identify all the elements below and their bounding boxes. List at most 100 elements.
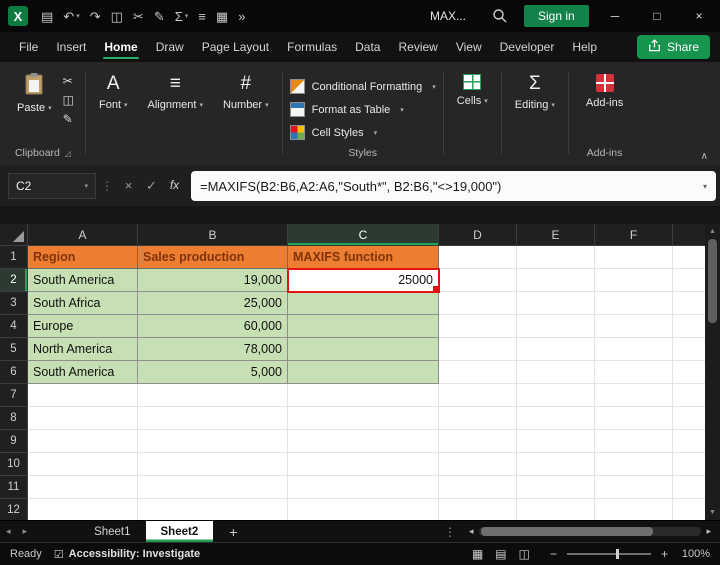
row-header-12[interactable]: 12 xyxy=(0,499,28,520)
cell-partial[interactable] xyxy=(673,407,705,430)
sort-filter-icon[interactable]: ≡ xyxy=(193,8,211,25)
cell-B12[interactable] xyxy=(138,499,288,520)
cell-D11[interactable] xyxy=(439,476,517,499)
cell-D5[interactable] xyxy=(439,338,517,361)
cell-F4[interactable] xyxy=(595,315,673,338)
row-header-11[interactable]: 11 xyxy=(0,476,28,499)
select-all-button[interactable] xyxy=(0,224,28,246)
cell-F12[interactable] xyxy=(595,499,673,520)
cell-C3[interactable] xyxy=(288,292,439,315)
cell-C9[interactable] xyxy=(288,430,439,453)
cell-C4[interactable] xyxy=(288,315,439,338)
row-header-7[interactable]: 7 xyxy=(0,384,28,407)
cut-icon[interactable]: ✂ xyxy=(63,75,74,87)
editing-button[interactable]: Σ Editing ▾ xyxy=(505,62,565,166)
cell-E3[interactable] xyxy=(517,292,595,315)
cell-D10[interactable] xyxy=(439,453,517,476)
cell-C2[interactable]: 25000 xyxy=(287,268,440,293)
autosum-icon[interactable]: Σ ▾ xyxy=(170,8,194,25)
cells-button[interactable]: Cells ▾ xyxy=(447,62,498,166)
format-painter-icon[interactable]: ✎ xyxy=(149,8,170,25)
cell-A4[interactable]: Europe xyxy=(28,315,138,338)
cell-C12[interactable] xyxy=(288,499,439,520)
copy-icon[interactable]: ◫ xyxy=(63,94,74,106)
ribbon-tab-draw[interactable]: Draw xyxy=(147,32,193,62)
cell-partial[interactable] xyxy=(673,430,705,453)
row-header-10[interactable]: 10 xyxy=(0,453,28,476)
ribbon-tab-developer[interactable]: Developer xyxy=(491,32,564,62)
cell-F10[interactable] xyxy=(595,453,673,476)
column-header-c[interactable]: C xyxy=(288,224,439,246)
scroll-left-icon[interactable]: ◂ xyxy=(464,526,479,537)
alignment-button[interactable]: ≡ Alignment ▾ xyxy=(138,62,213,166)
cell-partial[interactable] xyxy=(673,246,705,269)
sheet-bar-more-icon[interactable]: ⋮ xyxy=(436,525,464,539)
ribbon-tab-help[interactable]: Help xyxy=(563,32,606,62)
cell-B2[interactable]: 19,000 xyxy=(138,269,288,292)
cell-partial[interactable] xyxy=(673,499,705,520)
cell-D1[interactable] xyxy=(439,246,517,269)
horizontal-scrollbar-track[interactable] xyxy=(478,527,702,536)
minimize-button[interactable]: ─ xyxy=(594,0,636,32)
horizontal-scrollbar-thumb[interactable] xyxy=(480,527,653,536)
cell-E6[interactable] xyxy=(517,361,595,384)
cell-C1[interactable]: MAXIFS function xyxy=(288,246,439,269)
cell-F1[interactable] xyxy=(595,246,673,269)
ribbon-tab-insert[interactable]: Insert xyxy=(47,32,95,62)
column-header-f[interactable]: F xyxy=(595,224,673,246)
cell-A11[interactable] xyxy=(28,476,138,499)
column-header-e[interactable]: E xyxy=(517,224,595,246)
cell-partial[interactable] xyxy=(673,384,705,407)
row-header-4[interactable]: 4 xyxy=(0,315,28,338)
cell-B8[interactable] xyxy=(138,407,288,430)
formula-bar-handle[interactable]: ⋮ xyxy=(101,179,113,193)
sheet-nav-right-icon[interactable]: ▸ xyxy=(17,526,34,537)
cell-B9[interactable] xyxy=(138,430,288,453)
share-button[interactable]: Share xyxy=(636,35,710,59)
cell-A7[interactable] xyxy=(28,384,138,407)
zoom-slider-thumb[interactable] xyxy=(615,549,619,559)
cell-B11[interactable] xyxy=(138,476,288,499)
cell-B6[interactable]: 5,000 xyxy=(138,361,288,384)
paste-button[interactable]: Paste ▾ xyxy=(8,68,61,125)
cell-E12[interactable] xyxy=(517,499,595,520)
cell-F5[interactable] xyxy=(595,338,673,361)
row-header-5[interactable]: 5 xyxy=(0,338,28,361)
cell-partial[interactable] xyxy=(673,315,705,338)
cell-B4[interactable]: 60,000 xyxy=(138,315,288,338)
cell-C11[interactable] xyxy=(288,476,439,499)
cell-C6[interactable] xyxy=(288,361,439,384)
zoom-level[interactable]: 100% xyxy=(672,548,720,560)
cell-A9[interactable] xyxy=(28,430,138,453)
zoom-in-button[interactable]: + xyxy=(657,547,672,561)
ribbon-tab-file[interactable]: File xyxy=(10,32,47,62)
clipboard-icon[interactable]: ◫ xyxy=(106,8,128,25)
collapse-ribbon-icon[interactable]: ∧ xyxy=(701,151,708,162)
redo-icon[interactable]: ↷ xyxy=(85,8,106,25)
undo-icon[interactable]: ↶ ▾ xyxy=(58,8,84,25)
zoom-slider[interactable] xyxy=(566,549,651,559)
cell-A12[interactable] xyxy=(28,499,138,520)
cell-D2[interactable] xyxy=(439,269,517,292)
column-header-d[interactable]: D xyxy=(439,224,517,246)
enter-icon[interactable]: ✓ xyxy=(141,178,162,194)
cell-E11[interactable] xyxy=(517,476,595,499)
ribbon-tab-view[interactable]: View xyxy=(447,32,491,62)
cell-styles-button[interactable]: Cell Styles ▾ xyxy=(289,122,436,143)
column-header-b[interactable]: B xyxy=(138,224,288,246)
cell-partial[interactable] xyxy=(673,361,705,384)
cell-F8[interactable] xyxy=(595,407,673,430)
cell-E2[interactable] xyxy=(517,269,595,292)
ribbon-tab-formulas[interactable]: Formulas xyxy=(278,32,346,62)
normal-view-icon[interactable]: ▦ xyxy=(472,547,483,561)
search-icon[interactable] xyxy=(492,8,507,28)
scroll-up-icon[interactable]: ▲ xyxy=(709,224,716,239)
ribbon-tab-data[interactable]: Data xyxy=(346,32,389,62)
close-button[interactable]: × xyxy=(678,0,720,32)
format-painter-icon[interactable]: ✎ xyxy=(63,113,74,125)
cell-B10[interactable] xyxy=(138,453,288,476)
excel-logo-icon[interactable]: X xyxy=(8,6,28,26)
chart-icon[interactable]: ▦ xyxy=(211,8,233,25)
cell-D7[interactable] xyxy=(439,384,517,407)
cell-partial[interactable] xyxy=(673,292,705,315)
